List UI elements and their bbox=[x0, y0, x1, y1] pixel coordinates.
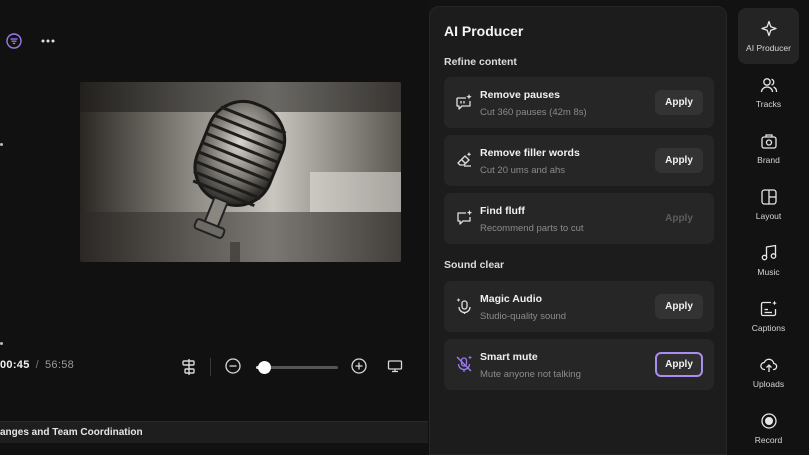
zoom-out-icon[interactable] bbox=[225, 358, 241, 379]
card-subtitle: Recommend parts to cut bbox=[480, 223, 584, 234]
sidebar-item-brand[interactable]: Brand bbox=[738, 120, 799, 176]
apply-magic-audio-button[interactable]: Apply bbox=[655, 294, 703, 319]
total-duration: 56:58 bbox=[45, 359, 75, 371]
time-separator: / bbox=[35, 359, 39, 371]
card-subtitle: Mute anyone not talking bbox=[480, 369, 581, 380]
card-title: Remove filler words bbox=[480, 147, 580, 159]
record-icon bbox=[760, 412, 778, 430]
right-sidebar: AI Producer Tracks Brand Layout Music Ca… bbox=[733, 0, 809, 455]
panel-title: AI Producer bbox=[444, 23, 524, 39]
sidebar-label: Captions bbox=[751, 323, 786, 333]
card-subtitle: Cut 20 ums and ahs bbox=[480, 165, 566, 176]
apply-remove-filler-words-button[interactable]: Apply bbox=[655, 148, 703, 173]
current-time: 00:45 bbox=[0, 359, 30, 371]
card-title: Find fluff bbox=[480, 205, 525, 217]
card-smart-mute: Smart mute Mute anyone not talking Apply bbox=[444, 339, 714, 390]
zoom-slider[interactable] bbox=[256, 361, 338, 374]
chapter-track[interactable]: anges and Team Coordination bbox=[0, 421, 428, 443]
controls-divider bbox=[210, 358, 211, 376]
card-subtitle: Cut 360 pauses (42m 8s) bbox=[480, 107, 587, 118]
video-preview[interactable] bbox=[80, 82, 401, 262]
sidebar-label: Music bbox=[757, 267, 780, 277]
sidebar-label: Brand bbox=[757, 155, 780, 165]
sidebar-label: Layout bbox=[755, 211, 782, 221]
sidebar-item-tracks[interactable]: Tracks bbox=[738, 64, 799, 120]
card-subtitle: Studio-quality sound bbox=[480, 311, 567, 322]
magic-audio-icon bbox=[455, 297, 473, 315]
brand-icon bbox=[760, 132, 778, 150]
sidebar-item-record[interactable]: Record bbox=[738, 400, 799, 455]
align-icon[interactable] bbox=[180, 358, 198, 381]
section-refine-content: Refine content bbox=[444, 56, 517, 68]
layout-icon bbox=[760, 188, 778, 206]
filter-icon[interactable] bbox=[6, 33, 22, 49]
sidebar-item-music[interactable]: Music bbox=[738, 232, 799, 288]
card-find-fluff: Find fluff Recommend parts to cut Apply bbox=[444, 193, 714, 244]
mic-off-icon bbox=[455, 355, 473, 373]
sidebar-label: Uploads bbox=[752, 379, 785, 389]
editor-toolbar bbox=[6, 33, 56, 49]
timecode: 00:45 / 56:58 bbox=[0, 359, 74, 371]
section-sound-clear: Sound clear bbox=[444, 259, 505, 271]
edge-marker bbox=[0, 143, 3, 146]
people-icon bbox=[760, 76, 778, 94]
sidebar-label: Record bbox=[754, 435, 783, 445]
music-icon bbox=[760, 244, 778, 262]
apply-remove-pauses-button[interactable]: Apply bbox=[655, 90, 703, 115]
edge-marker bbox=[0, 342, 3, 345]
sparkle-icon bbox=[760, 20, 778, 38]
pause-sparkle-icon bbox=[455, 93, 473, 111]
captions-icon bbox=[760, 300, 778, 318]
upload-icon bbox=[759, 356, 778, 374]
monitor-icon[interactable] bbox=[387, 358, 403, 379]
card-title: Remove pauses bbox=[480, 89, 560, 101]
card-title: Smart mute bbox=[480, 351, 538, 363]
sidebar-item-uploads[interactable]: Uploads bbox=[738, 344, 799, 400]
sidebar-item-captions[interactable]: Captions bbox=[738, 288, 799, 344]
chapter-title: anges and Team Coordination bbox=[0, 427, 143, 438]
eraser-icon bbox=[455, 151, 473, 169]
sidebar-item-ai-producer[interactable]: AI Producer bbox=[738, 8, 799, 64]
zoom-in-icon[interactable] bbox=[351, 358, 367, 379]
editor-area: 00:45 / 56:58 anges and Team Coordination bbox=[0, 0, 428, 455]
apply-find-fluff-button[interactable]: Apply bbox=[655, 206, 703, 231]
chat-sparkle-icon bbox=[455, 209, 473, 227]
more-options-icon[interactable] bbox=[40, 33, 56, 49]
card-remove-pauses: Remove pauses Cut 360 pauses (42m 8s) Ap… bbox=[444, 77, 714, 128]
ai-producer-panel: AI Producer Refine content Remove pauses… bbox=[429, 6, 727, 455]
sidebar-label: AI Producer bbox=[746, 43, 791, 53]
playback-controls: 00:45 / 56:58 bbox=[0, 350, 428, 384]
sidebar-item-layout[interactable]: Layout bbox=[738, 176, 799, 232]
apply-smart-mute-button[interactable]: Apply bbox=[655, 352, 703, 377]
card-title: Magic Audio bbox=[480, 293, 543, 305]
microphone-image bbox=[80, 82, 401, 262]
card-magic-audio: Magic Audio Studio-quality sound Apply bbox=[444, 281, 714, 332]
card-remove-filler-words: Remove filler words Cut 20 ums and ahs A… bbox=[444, 135, 714, 186]
zoom-slider-thumb[interactable] bbox=[257, 361, 271, 374]
sidebar-label: Tracks bbox=[755, 99, 782, 109]
